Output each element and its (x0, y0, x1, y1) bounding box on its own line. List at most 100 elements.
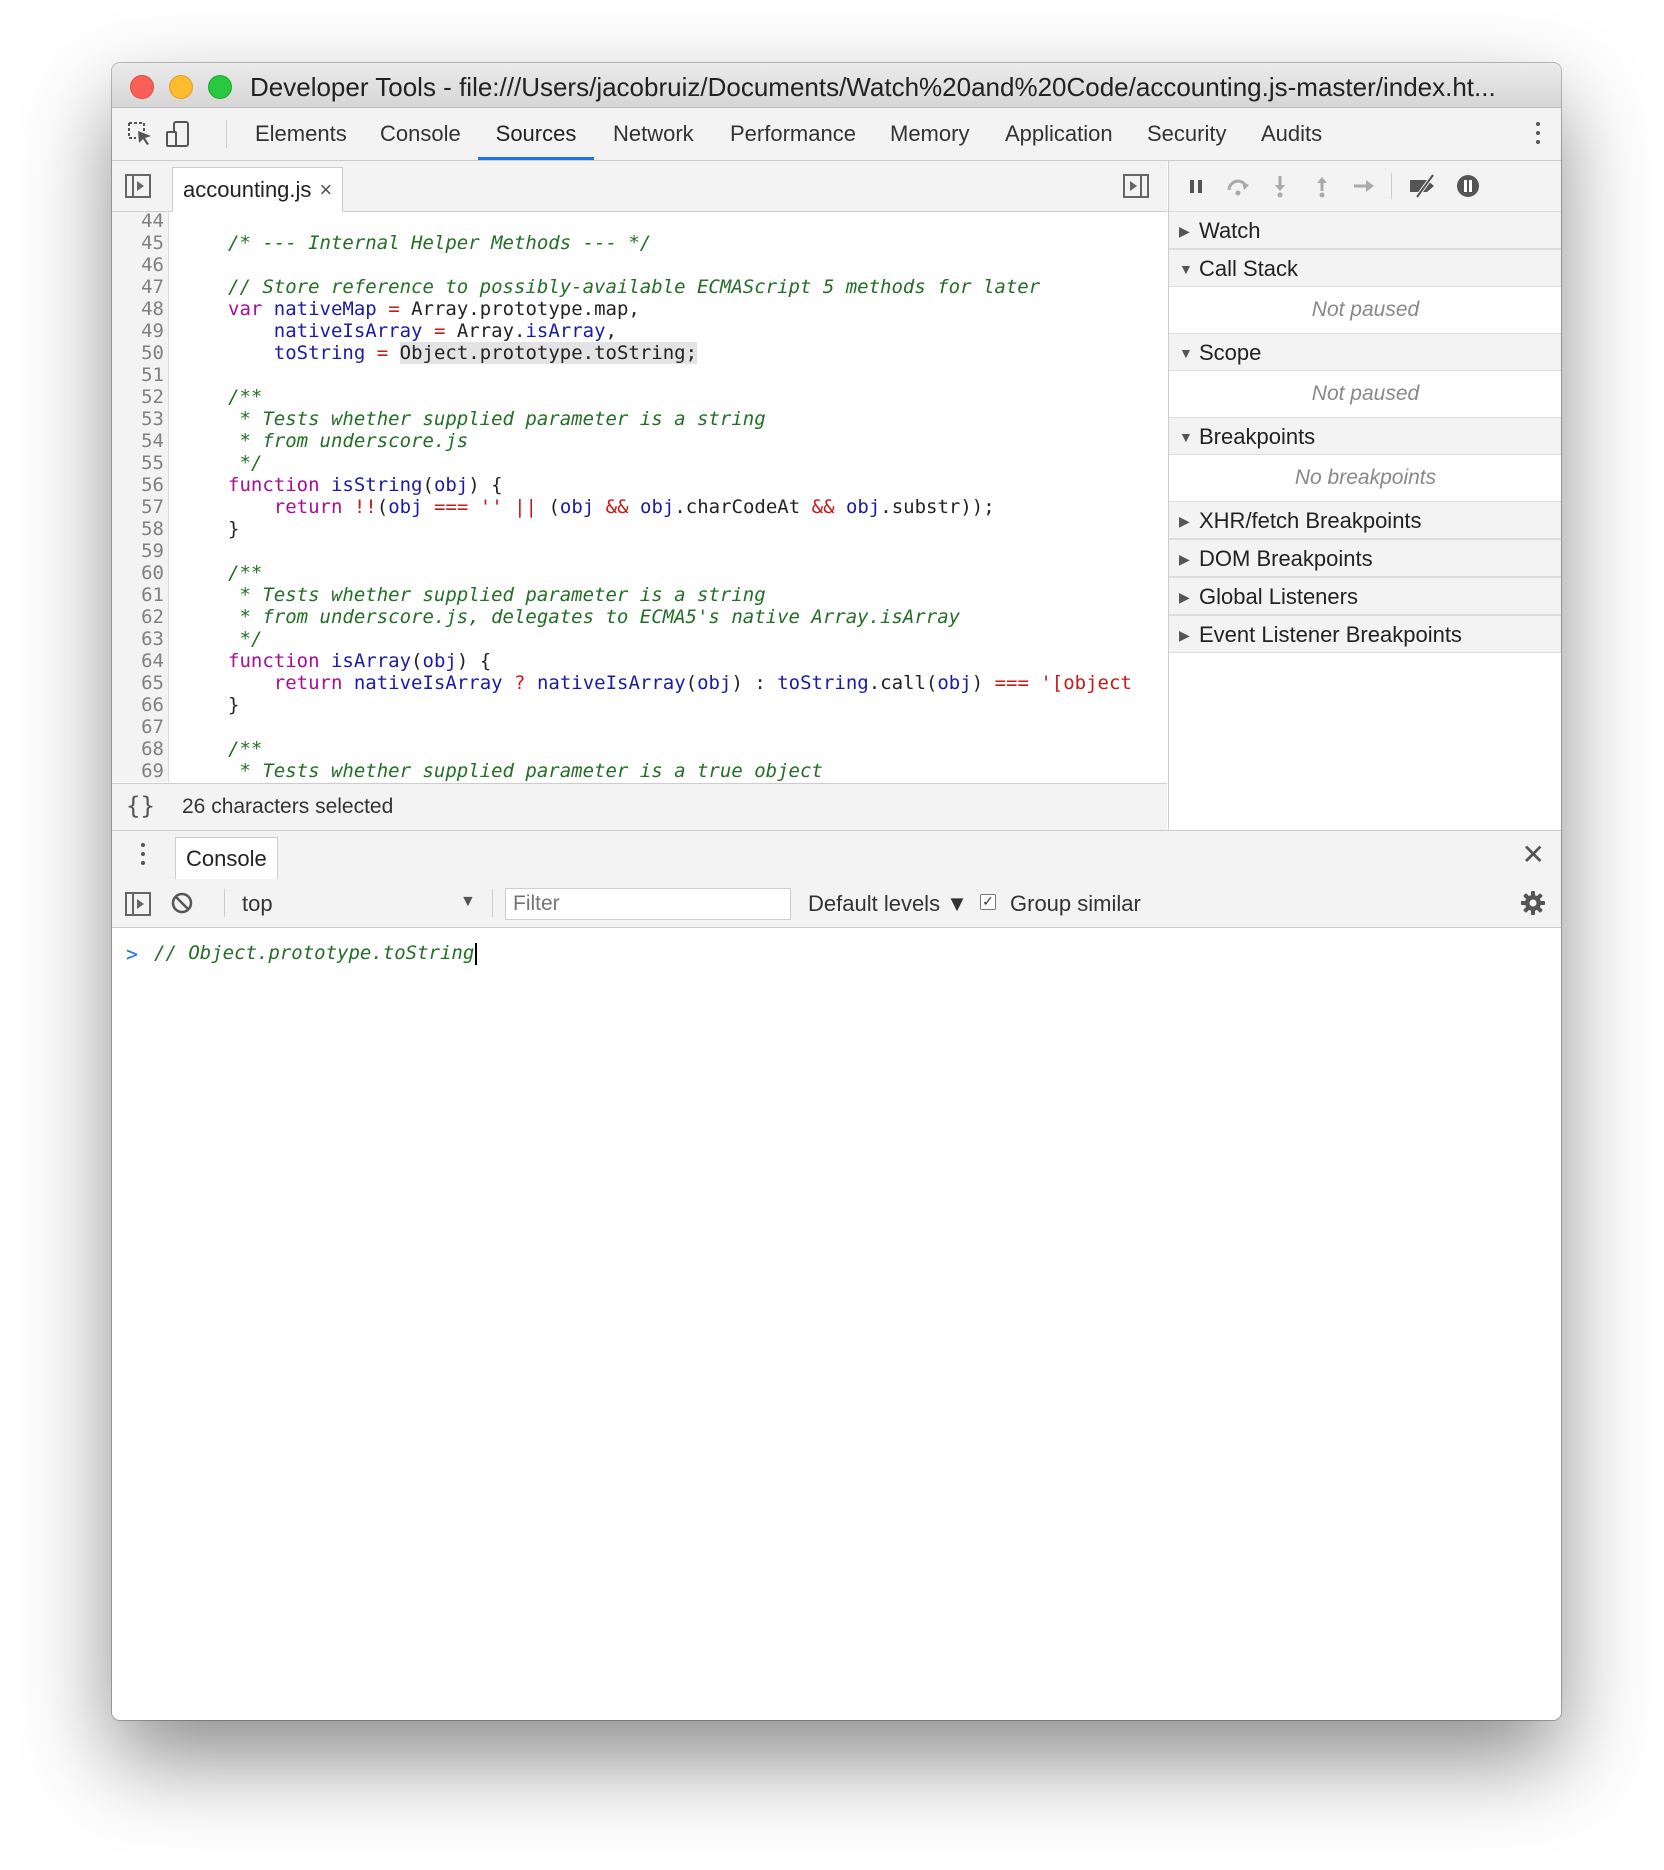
pane-label: Breakpoints (1199, 424, 1316, 449)
expand-triangle-icon: ▶ (1179, 223, 1190, 239)
tab-performance[interactable]: Performance (712, 108, 874, 160)
editor-tab-bar: accounting.js × (112, 161, 1167, 212)
toolbar-divider (1391, 173, 1392, 199)
console-sidebar-icon[interactable] (124, 890, 152, 918)
tab-memory[interactable]: Memory (872, 108, 987, 160)
context-select[interactable]: top (242, 891, 273, 917)
pretty-print-button[interactable]: {} (126, 792, 155, 820)
code-line: } (228, 518, 240, 540)
minimize-window-button[interactable] (169, 75, 193, 99)
pane-scope[interactable]: ▼ Scope (1169, 333, 1561, 371)
expand-triangle-icon: ▶ (1179, 627, 1190, 643)
console-output[interactable]: > // Object.prototype.toString (112, 928, 1561, 1720)
code-editor[interactable]: 44 45 46 47 48 49 50 51 52 53 54 55 56 5… (112, 212, 1167, 782)
prompt-chevron-icon: > (126, 942, 139, 966)
device-toolbar-icon[interactable] (164, 120, 192, 148)
line-number: 63 (141, 628, 164, 650)
group-similar-checkbox[interactable]: ✓ (980, 894, 996, 910)
deactivate-breakpoints-icon[interactable] (1407, 173, 1441, 199)
line-number: 48 (141, 298, 164, 320)
line-number: 49 (141, 320, 164, 342)
tab-application[interactable]: Application (987, 108, 1131, 160)
tab-elements[interactable]: Elements (237, 108, 365, 160)
expand-triangle-icon: ▶ (1179, 551, 1190, 567)
code-line: * Tests whether supplied parameter is a … (228, 760, 823, 782)
collapse-triangle-icon: ▼ (1179, 345, 1193, 361)
code-line: */ (228, 452, 263, 474)
console-input[interactable]: // Object.prototype.toString (154, 942, 478, 965)
pane-call-stack[interactable]: ▼ Call Stack (1169, 249, 1561, 287)
zoom-window-button[interactable] (208, 75, 232, 99)
pause-icon[interactable] (1183, 173, 1209, 199)
more-options-icon[interactable] (1535, 122, 1541, 148)
pane-dom-breakpoints[interactable]: ▶ DOM Breakpoints (1169, 539, 1561, 577)
log-levels-dropdown[interactable]: Default levels ▼ (808, 891, 968, 917)
file-tab-accounting[interactable]: accounting.js × (172, 167, 344, 212)
line-number: 61 (141, 584, 164, 606)
drawer-tab-console[interactable]: Console (175, 837, 278, 880)
pane-label: XHR/fetch Breakpoints (1199, 508, 1422, 533)
code-line: * from underscore.js (228, 430, 469, 452)
drawer-tab-bar: Console ✕ (112, 830, 1561, 880)
step-out-icon[interactable] (1309, 173, 1335, 199)
pane-event-listener-breakpoints[interactable]: ▶ Event Listener Breakpoints (1169, 615, 1561, 653)
code-line: function isArray(obj) { (228, 650, 492, 672)
group-similar-label: Group similar (1010, 891, 1141, 916)
code-line: * Tests whether supplied parameter is a … (228, 408, 766, 430)
code-line: */ (228, 628, 263, 650)
call-stack-empty: Not paused (1169, 287, 1561, 333)
step-into-icon[interactable] (1267, 173, 1293, 199)
tab-sources[interactable]: Sources (478, 108, 594, 160)
line-number: 46 (141, 254, 164, 276)
console-toolbar: top ▼ Default levels ▼ ✓ Group similar (112, 879, 1561, 928)
toggle-navigator-icon[interactable] (124, 172, 152, 200)
pane-label: Event Listener Breakpoints (1199, 622, 1462, 647)
file-tab-label: accounting.js (183, 177, 312, 202)
line-number: 55 (141, 452, 164, 474)
code-line: /** (228, 386, 263, 408)
line-number: 66 (141, 694, 164, 716)
devtools-window: Developer Tools - file:///Users/jacobrui… (112, 63, 1561, 1720)
pause-on-exceptions-icon[interactable] (1455, 173, 1481, 199)
code-line: * from underscore.js, delegates to ECMA5… (228, 606, 961, 628)
close-tab-icon[interactable]: × (319, 177, 332, 202)
gear-icon[interactable] (1519, 889, 1547, 917)
filter-input[interactable] (505, 888, 791, 920)
toggle-debugger-icon[interactable] (1122, 172, 1150, 200)
pane-watch[interactable]: ▶ Watch (1169, 211, 1561, 249)
pane-global-listeners[interactable]: ▶ Global Listeners (1169, 577, 1561, 615)
clear-console-icon[interactable] (169, 890, 195, 916)
main-tab-bar: Elements Console Sources Network Perform… (112, 108, 1561, 161)
line-number: 60 (141, 562, 164, 584)
step-icon[interactable] (1351, 173, 1377, 199)
step-over-icon[interactable] (1225, 173, 1251, 199)
tab-security[interactable]: Security (1129, 108, 1244, 160)
pane-label: Scope (1199, 340, 1262, 365)
toolbar-divider (226, 120, 227, 148)
tab-console[interactable]: Console (362, 108, 479, 160)
collapse-triangle-icon: ▼ (1179, 261, 1193, 277)
pane-xhr-breakpoints[interactable]: ▶ XHR/fetch Breakpoints (1169, 501, 1561, 539)
editor-status-bar: {} 26 characters selected (112, 783, 1167, 830)
line-number: 58 (141, 518, 164, 540)
chevron-down-icon[interactable]: ▼ (460, 893, 476, 911)
line-number: 51 (141, 364, 164, 386)
line-number: 59 (141, 540, 164, 562)
code-line: return nativeIsArray ? nativeIsArray(obj… (273, 672, 1132, 694)
code-line: // Store reference to possibly-available… (228, 276, 1041, 298)
tab-audits[interactable]: Audits (1243, 108, 1340, 160)
pane-breakpoints[interactable]: ▼ Breakpoints (1169, 417, 1561, 455)
line-number: 45 (141, 232, 164, 254)
close-window-button[interactable] (130, 75, 154, 99)
breakpoints-empty: No breakpoints (1169, 455, 1561, 501)
inspect-element-icon[interactable] (126, 120, 154, 148)
close-drawer-icon[interactable]: ✕ (1522, 841, 1545, 869)
tab-network[interactable]: Network (595, 108, 712, 160)
code-line: nativeIsArray = Array.isArray, (273, 320, 617, 342)
drawer-menu-icon[interactable] (140, 843, 146, 870)
text-caret (475, 942, 478, 965)
pane-label: Call Stack (1199, 256, 1299, 281)
code-line: /** (228, 738, 263, 760)
code-line: /** (228, 562, 263, 584)
line-number: 52 (141, 386, 164, 408)
